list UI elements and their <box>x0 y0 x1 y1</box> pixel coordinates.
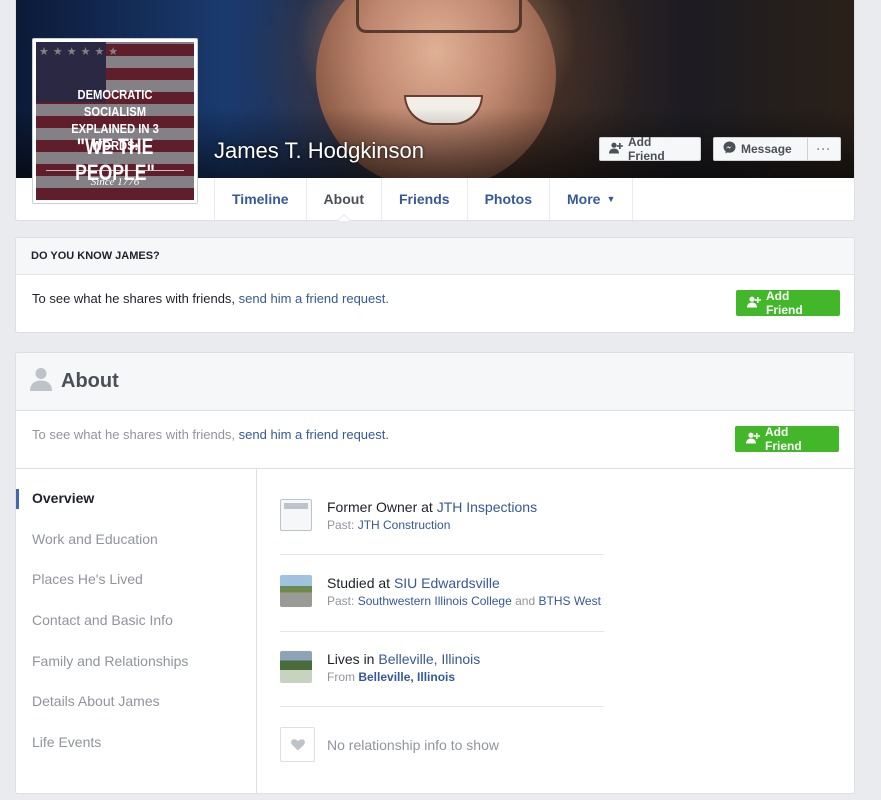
tab-more[interactable]: More ▼ <box>549 178 634 220</box>
location-photo-icon[interactable] <box>280 651 312 683</box>
profile-picture[interactable]: ★★★★★★ DEMOCRATIC SOCIALISM EXPLAINED IN… <box>32 38 198 204</box>
message-button[interactable]: Message <box>713 137 808 161</box>
about-header: About <box>16 353 854 411</box>
friend-request-prompt: To see what he shares with friends, send… <box>32 291 389 306</box>
do-you-know-heading: DO YOU KNOW JAMES? <box>16 238 854 275</box>
school-icon[interactable] <box>280 575 312 607</box>
education-link[interactable]: SIU Edwardsville <box>394 575 500 591</box>
about-add-friend-button[interactable]: Add Friend <box>735 425 839 453</box>
education-sub-mid: and <box>511 594 539 608</box>
messenger-icon <box>723 141 736 157</box>
work-item: Former Owner at JTH Inspections Past: JT… <box>280 499 604 533</box>
lives-link[interactable]: Belleville, Illinois <box>378 651 480 667</box>
add-friend-button-secondary[interactable]: Add Friend <box>736 289 840 317</box>
add-friend-label: Add Friend <box>628 135 665 163</box>
work-sub-prefix: Past: <box>327 518 358 532</box>
lives-prefix: Lives in <box>327 651 379 667</box>
nav-work-education[interactable]: Work and Education <box>32 531 158 547</box>
about-friend-request-link[interactable]: send him a friend request. <box>239 427 389 442</box>
education-prefix: Studied at <box>327 575 394 591</box>
profile-header: James T. Hodgkinson Add Friend Message ·… <box>15 0 855 221</box>
work-link[interactable]: JTH Inspections <box>437 499 537 515</box>
nav-life-events[interactable]: Life Events <box>32 734 101 750</box>
hometown-link[interactable]: Belleville, Illinois <box>358 670 455 684</box>
relationship-empty-text: No relationship info to show <box>327 737 499 753</box>
work-past-link[interactable]: JTH Construction <box>358 518 451 532</box>
message-label: Message <box>741 142 792 156</box>
profile-name[interactable]: James T. Hodgkinson <box>214 138 424 164</box>
add-friend-label: Add Friend <box>766 289 803 317</box>
relationship-item: No relationship info to show <box>280 727 604 763</box>
tab-friends[interactable]: Friends <box>380 178 467 220</box>
nav-places-lived[interactable]: Places He's Lived <box>32 571 143 587</box>
tab-timeline[interactable]: Timeline <box>214 178 306 220</box>
tab-about[interactable]: About <box>305 178 381 221</box>
lives-item: Lives in Belleville, Illinois From Belle… <box>280 651 604 685</box>
friend-request-link[interactable]: send him a friend request. <box>239 291 389 306</box>
more-options-button[interactable]: ··· <box>808 137 841 161</box>
heart-icon <box>280 727 315 762</box>
add-friend-icon <box>747 296 761 311</box>
education-item: Studied at SIU Edwardsville Past: Southw… <box>280 575 604 609</box>
about-section-nav: Overview Work and Education Places He's … <box>16 469 257 793</box>
active-indicator <box>16 489 19 509</box>
education-past-link-2[interactable]: BTHS West <box>538 594 600 608</box>
education-sub-prefix: Past: <box>327 594 358 608</box>
about-card: About To see what he shares with friends… <box>15 352 855 794</box>
workplace-icon <box>280 499 312 531</box>
add-friend-label: Add Friend <box>765 425 802 453</box>
add-friend-icon <box>746 432 760 447</box>
profile-tabs: Timeline About Friends Photos More ▼ <box>214 178 634 221</box>
friend-request-text: To see what he shares with friends, <box>32 291 239 306</box>
about-friend-request-prompt: To see what he shares with friends, send… <box>32 427 389 442</box>
nav-overview[interactable]: Overview <box>32 490 94 506</box>
nav-details[interactable]: Details About James <box>32 693 160 709</box>
tab-more-label: More <box>567 191 601 207</box>
work-prefix: Former Owner at <box>327 499 437 515</box>
education-past-link-1[interactable]: Southwestern Illinois College <box>358 594 512 608</box>
tab-photos[interactable]: Photos <box>466 178 549 220</box>
about-title: About <box>61 370 119 392</box>
chevron-down-icon: ▼ <box>606 194 616 204</box>
person-icon <box>30 367 52 394</box>
nav-family-relationships[interactable]: Family and Relationships <box>32 653 188 669</box>
from-prefix: From <box>327 670 359 684</box>
add-friend-button[interactable]: Add Friend <box>599 135 701 163</box>
add-friend-icon <box>609 142 623 157</box>
avatar-text-line1: DEMOCRATIC SOCIALISM <box>77 87 153 119</box>
avatar-text-line4: Since 1776 <box>90 176 140 188</box>
nav-contact-info[interactable]: Contact and Basic Info <box>32 612 173 628</box>
about-prompt-text: To see what he shares with friends, <box>32 427 239 442</box>
do-you-know-card: DO YOU KNOW JAMES? To see what he shares… <box>15 237 855 333</box>
